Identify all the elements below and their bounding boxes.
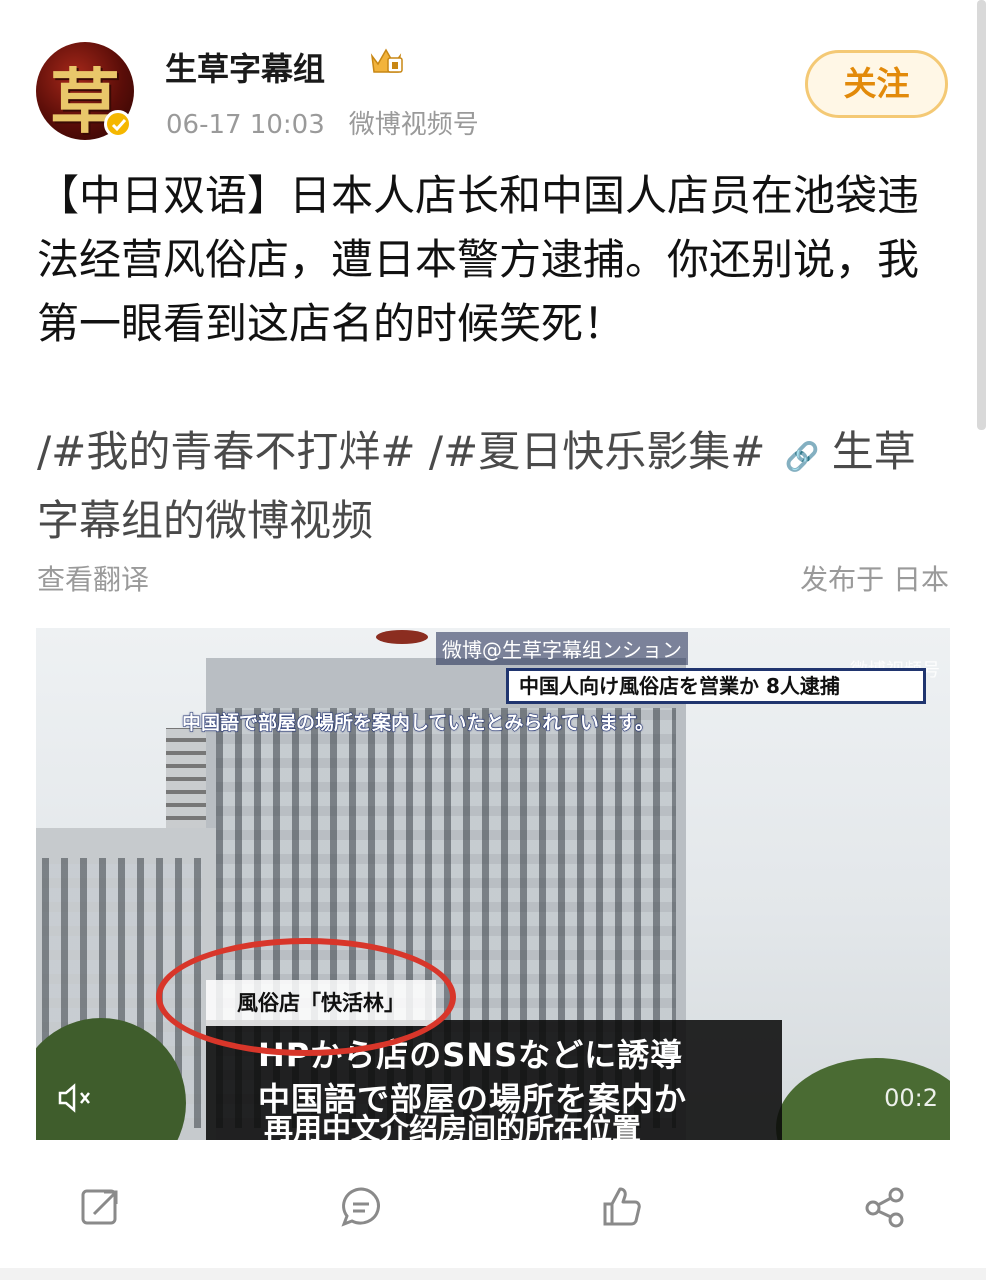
- post-text: 【中日双语】日本人店长和中国人店员在池袋违法经营风俗店，遭日本警方逮捕。你还别说…: [37, 171, 920, 348]
- hashtag-link[interactable]: /#我的青春不打烊#: [37, 427, 416, 476]
- post-meta: 06-17 10:03 微博视频号: [166, 104, 479, 141]
- video-player[interactable]: 微博@生草字幕组ンション 微博视频号 中国人向け風俗店を営業か 8人逮捕 中国語…: [36, 628, 950, 1140]
- scrollbar[interactable]: [977, 0, 986, 430]
- video-news-title: 中国人向け風俗店を営業か 8人逮捕: [506, 668, 926, 704]
- verified-badge-icon: [104, 110, 132, 138]
- post-time: 06-17 10:03: [166, 110, 325, 140]
- crown-vip-icon: [368, 44, 404, 78]
- red-highlight-circle: [156, 938, 456, 1056]
- post-tags: /#我的青春不打烊# /#夏日快乐影集# 🔗 生草字幕组的微博视频: [37, 420, 949, 553]
- video-time: 00:2: [884, 1084, 938, 1112]
- link-icon: 🔗: [784, 440, 820, 473]
- comment-icon[interactable]: [338, 1184, 384, 1230]
- video-subtitle-top: 中国語で部屋の場所を案内していたとみられています。: [182, 712, 655, 735]
- follow-button[interactable]: 关注: [805, 50, 948, 118]
- mute-icon[interactable]: [56, 1080, 96, 1116]
- post-location: 发布于 日本: [800, 563, 949, 596]
- like-icon[interactable]: [598, 1184, 644, 1230]
- bottom-divider: [0, 1268, 986, 1280]
- username[interactable]: 生草字幕组: [165, 44, 325, 90]
- video-top-label: 微博@生草字幕组ンション: [436, 632, 688, 665]
- post-source[interactable]: 微博视频号: [349, 110, 479, 140]
- share-icon[interactable]: [862, 1184, 908, 1230]
- repost-icon[interactable]: [78, 1184, 124, 1230]
- video-scene-chimney: [376, 630, 428, 644]
- hashtag-link[interactable]: /#夏日快乐影集#: [429, 427, 766, 476]
- translate-link[interactable]: 查看翻译: [37, 558, 149, 598]
- video-caption-chinese: 再用中文介绍房间的所在位置: [263, 1112, 642, 1141]
